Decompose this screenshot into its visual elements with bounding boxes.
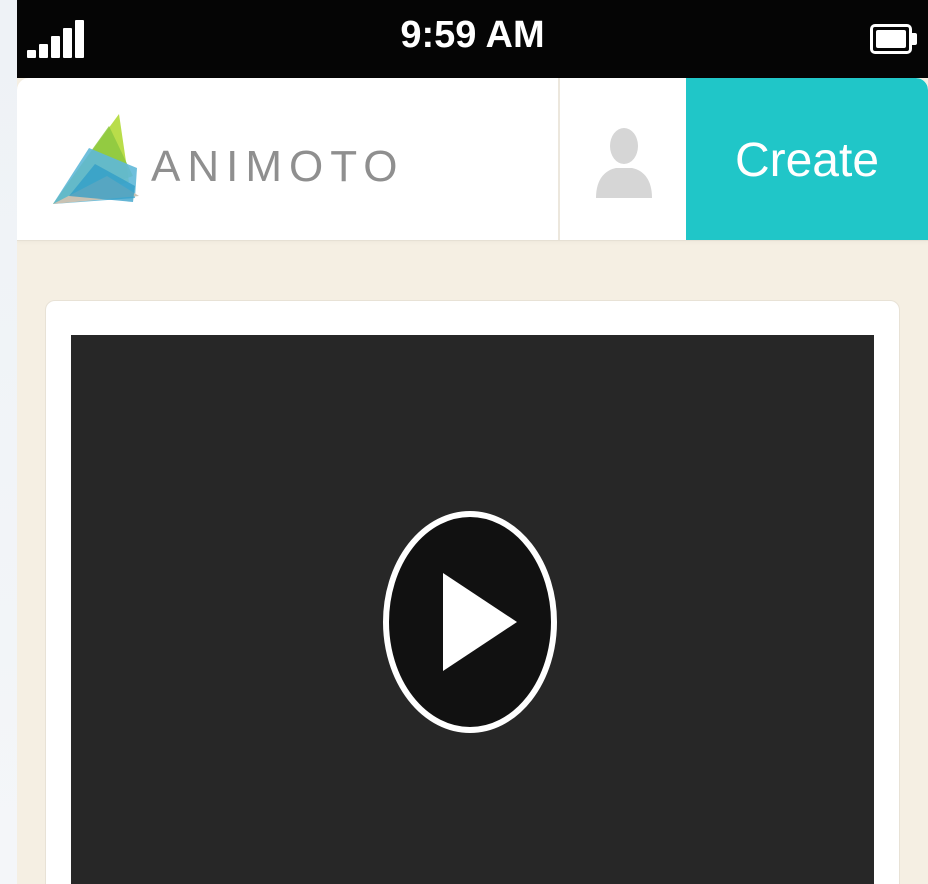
app-header: ANIMOTO Create [17,78,928,240]
play-button[interactable] [383,511,557,733]
create-button[interactable]: Create [686,78,928,240]
brand-name: ANIMOTO [151,142,405,191]
battery-icon [870,24,918,54]
user-silhouette-icon [596,128,652,198]
profile-button[interactable] [558,78,686,240]
animoto-logo-icon[interactable] [49,106,141,206]
status-time: 9:59 AM [400,14,545,56]
play-icon [383,511,557,733]
status-bar: 9:59 AM [17,0,928,78]
phone-screen: 9:59 AM ANIMOTO Create [17,0,928,884]
